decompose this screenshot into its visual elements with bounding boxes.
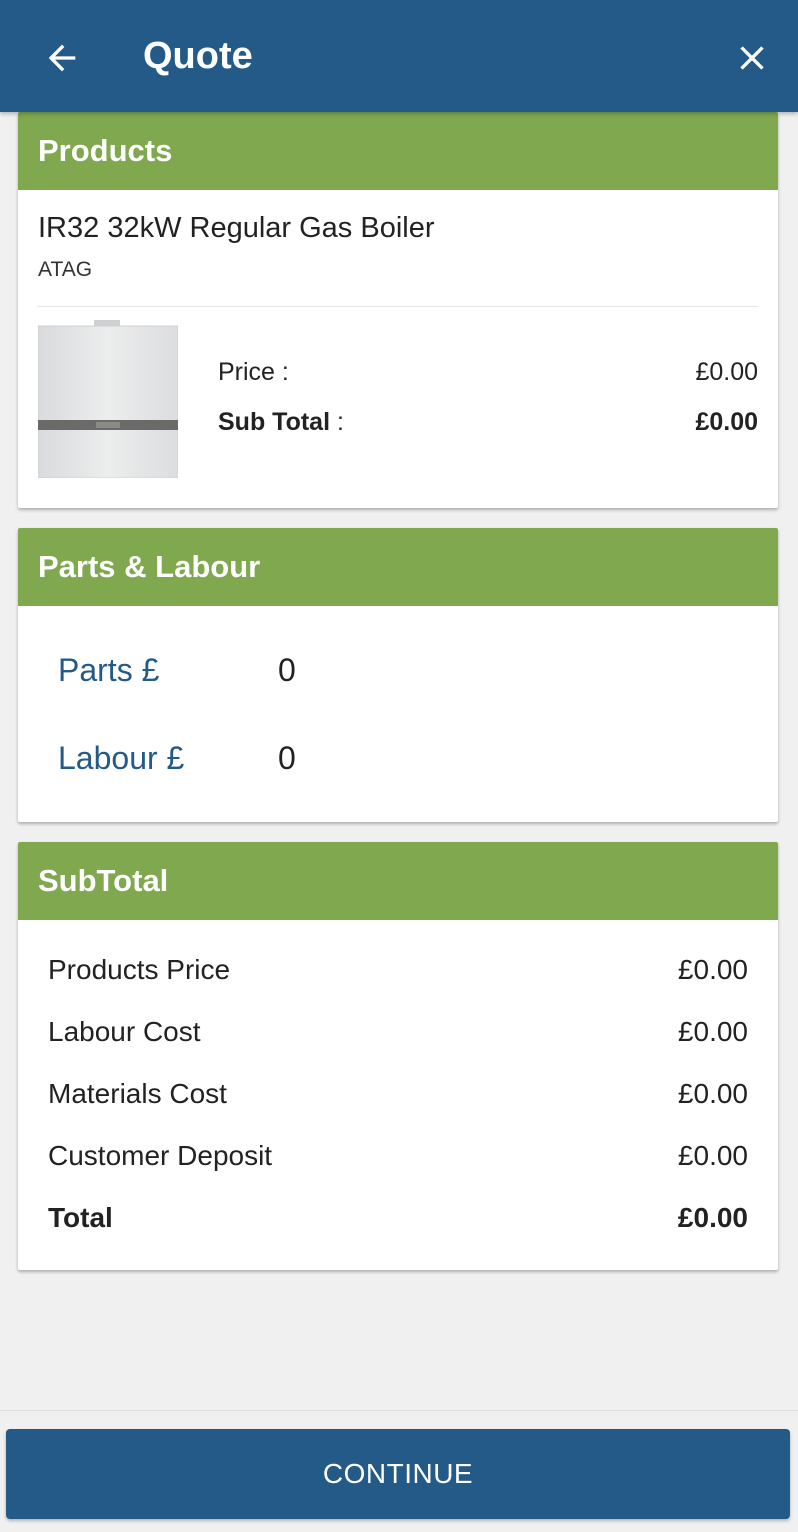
summary-label: Materials Cost xyxy=(48,1078,227,1109)
labour-value[interactable]: 0 xyxy=(278,740,296,776)
parts-value[interactable]: 0 xyxy=(278,652,296,688)
parts-label: Parts £ xyxy=(58,652,160,688)
summary-row: Customer Deposit £0.00 xyxy=(48,1140,748,1172)
subtotal-label: Sub Total xyxy=(218,408,331,436)
parts-labour-card: Parts & Labour Parts £ 0 Labour £ 0 xyxy=(18,528,778,822)
summary-label: Products Price xyxy=(48,954,231,985)
bottom-bar: CONTINUE xyxy=(0,1410,798,1532)
products-card: Products IR32 32kW Regular Gas Boiler AT… xyxy=(18,112,778,508)
app-bar: Quote xyxy=(0,0,798,112)
divider xyxy=(38,306,758,307)
subtotal-colon: : xyxy=(330,408,344,436)
labour-label: Labour £ xyxy=(58,740,185,776)
price-label: Price : xyxy=(218,358,289,386)
close-icon xyxy=(740,46,764,70)
subtotal-header: SubTotal xyxy=(18,842,778,920)
summary-value: £0.00 xyxy=(677,1140,748,1171)
total-label: Total xyxy=(48,1202,113,1233)
summary-row: Materials Cost £0.00 xyxy=(48,1078,748,1110)
product-image xyxy=(37,320,179,479)
product-name: IR32 32kW Regular Gas Boiler xyxy=(38,212,435,244)
summary-value: £0.00 xyxy=(677,1016,748,1047)
boiler-image xyxy=(37,320,179,479)
summary-row: Products Price £0.00 xyxy=(48,954,748,986)
back-button[interactable] xyxy=(38,34,86,82)
total-value: £0.00 xyxy=(677,1202,748,1233)
subtotal-row: Sub Total : £0.00 xyxy=(218,408,758,437)
subtotal-card: SubTotal Products Price £0.00 Labour Cos… xyxy=(18,842,778,1270)
total-row: Total £0.00 xyxy=(48,1202,748,1234)
summary-row: Labour Cost £0.00 xyxy=(48,1016,748,1048)
subtotal-value: £0.00 xyxy=(695,408,758,436)
summary-label: Labour Cost xyxy=(48,1016,201,1047)
summary-value: £0.00 xyxy=(677,954,748,985)
close-button[interactable] xyxy=(728,34,776,82)
summary-label: Customer Deposit xyxy=(48,1140,273,1171)
arrow-left-icon xyxy=(48,44,76,72)
price-value: £0.00 xyxy=(695,358,758,386)
parts-row[interactable]: Parts £ 0 xyxy=(58,652,296,689)
labour-row[interactable]: Labour £ 0 xyxy=(58,740,296,777)
summary-value: £0.00 xyxy=(677,1078,748,1109)
page-title: Quote xyxy=(143,35,253,77)
continue-button[interactable]: CONTINUE xyxy=(6,1429,790,1519)
price-row: Price : £0.00 xyxy=(218,358,758,387)
parts-labour-header: Parts & Labour xyxy=(18,528,778,606)
products-header: Products xyxy=(18,112,778,190)
product-brand: ATAG xyxy=(38,258,93,281)
